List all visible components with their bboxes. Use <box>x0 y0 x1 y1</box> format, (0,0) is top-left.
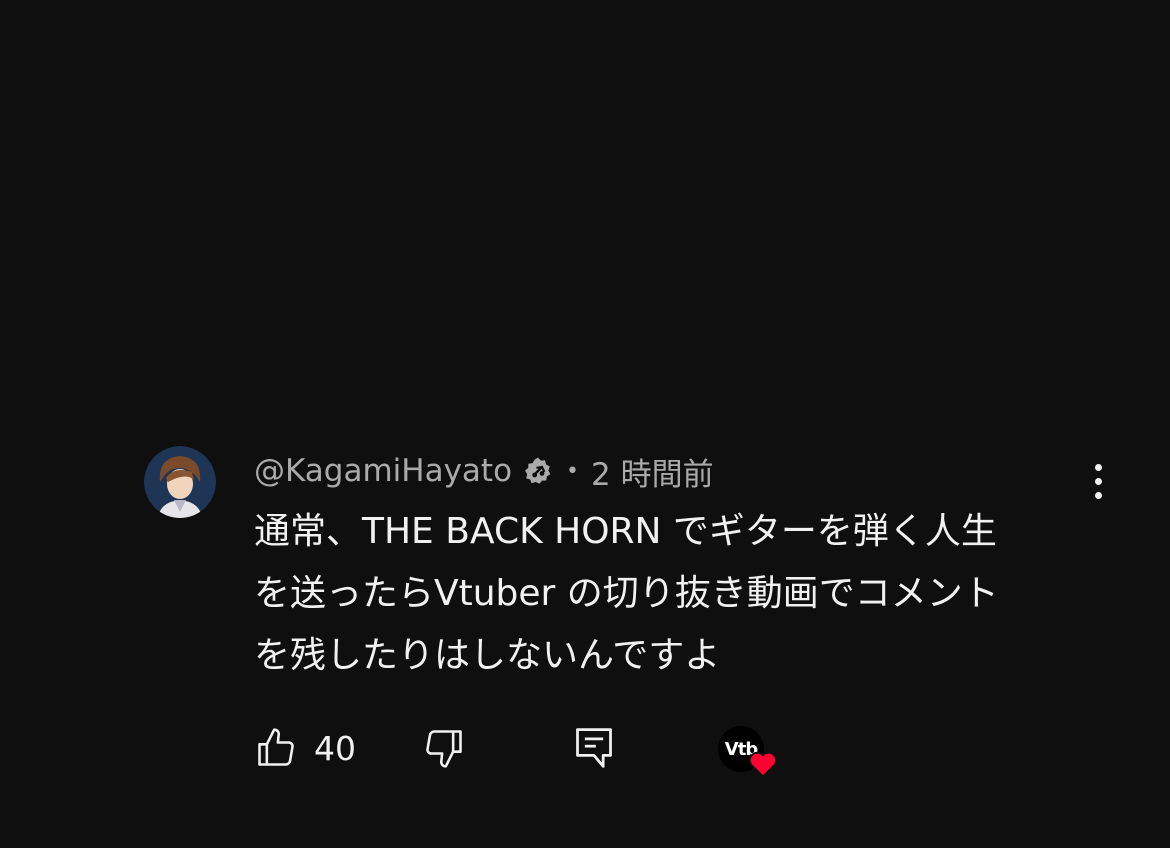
more-options-icon[interactable] <box>1092 52 1104 92</box>
timestamp: 9 時間前 <box>432 46 556 83</box>
creator-heart-badge: Vtb <box>610 314 674 378</box>
author-handle[interactable]: @TBHSuganami <box>146 43 396 79</box>
comment-header: @TBHSuganami • 9 時間前 <box>146 40 556 83</box>
comment-text-line: が出てしまう加賀美さんが見れました ありがとう <box>146 163 975 204</box>
comment-text: 公式美少女に振り回され鈍感主人公のようなセリフ が出てしまう加賀美さんが見れまし… <box>146 91 1076 277</box>
reply-button[interactable] <box>464 316 508 364</box>
author-handle[interactable]: @KagamiHayato <box>254 453 512 489</box>
thumbs-up-icon <box>150 320 186 358</box>
thumbs-down-icon <box>318 322 354 360</box>
dislike-button[interactable] <box>314 318 358 362</box>
more-options-icon[interactable] <box>1092 462 1104 502</box>
heart-icon <box>640 339 670 366</box>
thumbs-down-icon <box>426 730 462 768</box>
comment-header: @KagamiHayato • 2 時間前 <box>254 450 714 493</box>
reply-icon <box>468 320 504 360</box>
like-count: 40 <box>314 728 356 768</box>
dislike-button[interactable] <box>422 726 466 770</box>
separator: • <box>566 458 580 484</box>
thumbs-up-icon <box>258 728 294 766</box>
comment-1: @TBHSuganami • 9 時間前 公式美少女に振り回され鈍感主人公のよう… <box>0 0 1170 410</box>
creator-heart-badge: Vtb <box>718 726 782 790</box>
like-button[interactable]: 349 <box>146 318 269 362</box>
reply-icon <box>576 728 612 768</box>
reply-button[interactable] <box>572 724 616 772</box>
like-count: 349 <box>206 320 269 360</box>
verified-badge-icon <box>525 457 551 484</box>
timestamp: 2 時間前 <box>591 456 714 493</box>
avatar[interactable] <box>36 36 108 108</box>
avatar[interactable] <box>144 446 216 518</box>
like-button[interactable]: 40 <box>254 726 356 770</box>
separator: • <box>407 48 421 74</box>
comment-text-line: 公式美少女に振り回され鈍感主人公のようなセリフ <box>146 101 975 142</box>
heart-icon <box>748 751 778 778</box>
comment-text-line: アンジュさん <box>146 225 359 266</box>
